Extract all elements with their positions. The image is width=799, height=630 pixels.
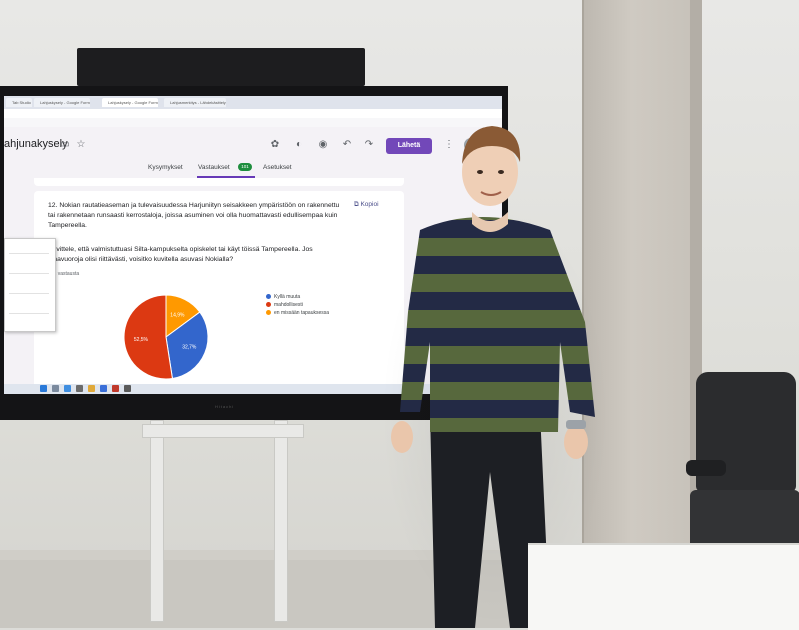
context-menu[interactable]	[4, 238, 56, 332]
legend-item: mahdollisesti	[266, 301, 329, 309]
palette-icon[interactable]: ◐	[294, 140, 304, 150]
legend-label: mahdollisesti	[274, 302, 303, 308]
browser-tab-bar: Tab Studio Lahjuskysely - Google Forms L…	[4, 96, 502, 109]
form-title: ahjunakysely	[4, 138, 68, 150]
tab-questions[interactable]: Kysymykset	[148, 164, 183, 171]
pie-chart: 14,9% 32,7% 52,5%	[123, 294, 209, 380]
legend-label: Kyllä muuta	[274, 294, 301, 300]
chart-legend: Kyllä muuta mahdollisesti en missään tap…	[266, 293, 329, 317]
eye-icon[interactable]: ◉	[318, 140, 328, 150]
redo-icon[interactable]: ↷	[364, 140, 374, 150]
legend-item: Kyllä muuta	[266, 293, 329, 301]
undo-icon[interactable]: ↶	[342, 140, 352, 150]
wristwatch	[566, 420, 586, 429]
stand-leg-right	[274, 420, 288, 622]
pie-slice	[123, 294, 174, 380]
stand-bar	[142, 424, 304, 438]
tab-responses[interactable]: Vastaukset	[198, 164, 230, 171]
response-count-badge: 101	[238, 163, 252, 171]
menu-divider	[9, 273, 49, 274]
hand-right	[564, 425, 588, 459]
star-icon[interactable]: ☆	[76, 140, 86, 150]
taskbar-app-icon[interactable]	[52, 385, 59, 392]
browser-tab[interactable]: Tab Studio	[6, 98, 32, 107]
folder-icon[interactable]: ▭	[60, 140, 70, 150]
taskbar-app-icon[interactable]	[64, 385, 71, 392]
taskbar-app-icon[interactable]	[100, 385, 107, 392]
browser-tab[interactable]: Lahjusmerkitys - Lähdekäsittely	[164, 98, 226, 107]
addon-icon[interactable]: ✿	[270, 140, 280, 150]
table	[528, 543, 799, 630]
taskbar-app-icon[interactable]	[124, 385, 131, 392]
soundbar	[77, 48, 365, 86]
start-icon[interactable]	[40, 385, 47, 392]
legend-label: en missään tapauksessa	[274, 310, 330, 316]
stand-leg-left	[150, 420, 164, 622]
chair-arm	[686, 460, 726, 476]
legend-swatch	[266, 302, 271, 308]
pie-slice-label: 32,7%	[182, 345, 197, 351]
question-description: Kuvittele, että valmistuttuasi Silta-kam…	[48, 246, 313, 263]
sweater	[400, 217, 595, 432]
taskbar-app-icon[interactable]	[88, 385, 95, 392]
previous-card-edge	[34, 178, 404, 186]
menu-divider	[9, 293, 49, 294]
pie-slice-label: 52,5%	[134, 337, 149, 343]
legend-swatch	[266, 294, 271, 300]
browser-tab-active[interactable]: Lahjuskysely - Google Forms	[102, 98, 158, 107]
copy-button[interactable]: ⧉ Kopioi	[354, 201, 379, 209]
display-brand: Hitachi	[215, 404, 235, 409]
copy-label: Kopioi	[360, 201, 379, 208]
eye-right	[498, 170, 504, 174]
menu-divider	[9, 313, 49, 314]
taskbar-app-icon[interactable]	[112, 385, 119, 392]
pie-slice-label: 14,9%	[170, 313, 185, 319]
menu-divider	[9, 253, 49, 254]
question-title: 12. Nokian rautatieaseman ja tulevaisuud…	[48, 202, 340, 229]
taskbar-app-icon[interactable]	[76, 385, 83, 392]
browser-tab[interactable]: Lahjuskysely - Google Forms	[34, 98, 90, 107]
legend-swatch	[266, 310, 271, 316]
eye-left	[477, 170, 483, 174]
question-card: 12. Nokian rautatieaseman ja tulevaisuud…	[34, 191, 404, 394]
legend-item: en missään tapauksessa	[266, 309, 329, 317]
hand-left	[391, 421, 413, 453]
tab-settings[interactable]: Asetukset	[263, 164, 292, 171]
